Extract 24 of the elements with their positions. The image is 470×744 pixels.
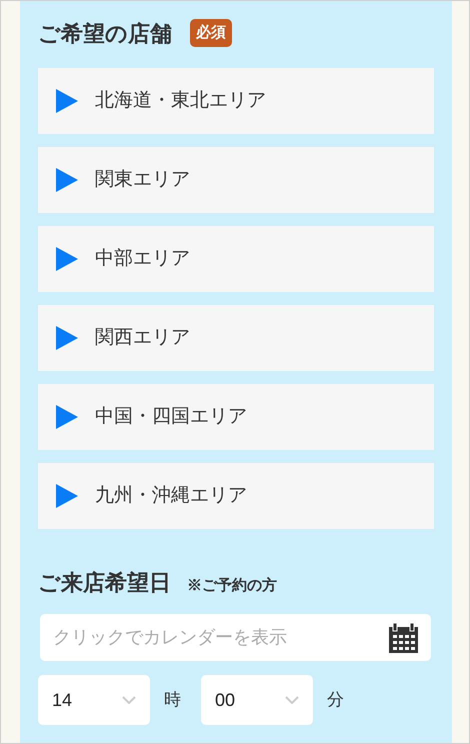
minute-select[interactable]: 00 [201,675,313,725]
triangle-right-icon [56,247,78,271]
area-accordion[interactable]: 関東エリア [38,147,434,213]
area-accordion[interactable]: 中国・四国エリア [38,384,434,450]
hour-select[interactable]: 14 [38,675,150,725]
minute-unit: 分 [327,689,344,712]
triangle-right-icon [56,484,78,508]
triangle-right-icon [56,326,78,350]
area-accordion[interactable]: 関西エリア [38,305,434,371]
section-title: ご希望の店舗 [38,20,172,48]
triangle-right-icon [56,89,78,113]
area-accordion[interactable]: 九州・沖縄エリア [38,463,434,529]
area-accordion[interactable]: 北海道・東北エリア [38,68,434,134]
area-accordion[interactable]: 中部エリア [38,226,434,292]
chevron-down-icon [122,696,136,704]
chevron-down-icon [285,696,299,704]
triangle-right-icon [56,405,78,429]
triangle-right-icon [56,168,78,192]
calendar-icon [389,623,418,653]
section-title: ご来店希望日 [38,569,171,597]
required-badge: 必須 [190,18,232,48]
hour-unit: 時 [164,689,181,712]
date-field[interactable]: クリックでカレンダーを表示 [40,614,431,661]
note-text: ※ご予約の方 [187,576,277,596]
